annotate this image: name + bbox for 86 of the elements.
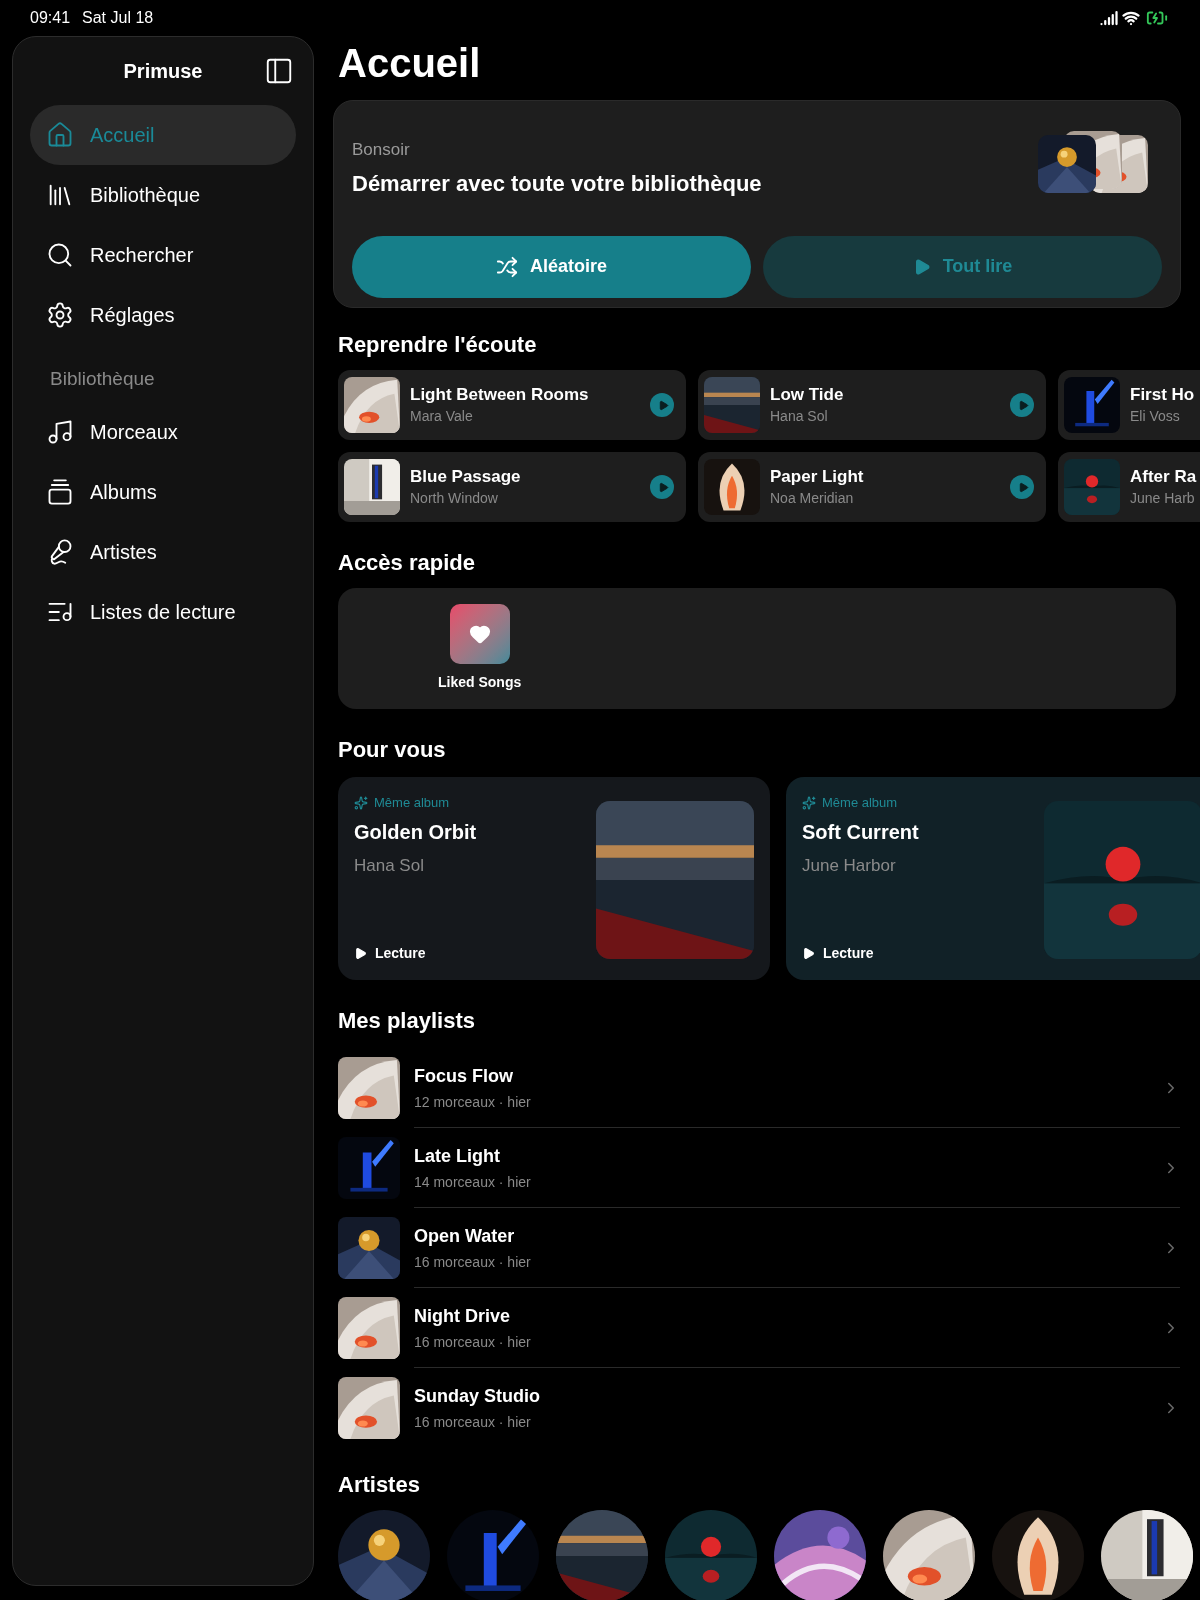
status-time: 09:41 (30, 8, 71, 28)
play-link[interactable]: Lecture (354, 943, 588, 964)
playlist-meta: 12 morceaux · hier (414, 1092, 532, 1112)
play-button[interactable] (1010, 393, 1034, 417)
card-tag: Même album (374, 793, 450, 813)
play-button[interactable] (650, 393, 674, 417)
shuffle-icon (496, 255, 518, 278)
sidebar-item[interactable]: Albums (30, 461, 296, 522)
greeting: Bonsoir (352, 139, 411, 161)
hero-headline: Démarrer avec toute votre bibliothèque (352, 169, 763, 198)
track-card[interactable]: First Ho Eli Voss (1058, 370, 1200, 440)
section-title: Mes playlists (338, 1007, 476, 1035)
sidebar-toggle-icon[interactable] (264, 56, 294, 86)
wifi-icon (1122, 9, 1140, 27)
playlist-row[interactable]: Night Drive 16 morceaux · hier (338, 1288, 1180, 1368)
signal-icon (1100, 9, 1118, 27)
track-artist: Eli Voss (1130, 406, 1181, 426)
track-card[interactable]: Light Between Rooms Mara Vale (338, 370, 686, 440)
play-icon (802, 947, 815, 960)
track-card[interactable]: Low Tide Hana Sol (698, 370, 1046, 440)
track-artist: North Window (410, 488, 499, 508)
sparkle-icon (802, 795, 816, 810)
sidebar-item[interactable]: Artistes (30, 521, 296, 582)
track-card[interactable]: Blue Passage North Window (338, 452, 686, 522)
card-artist: Hana Sol (354, 854, 425, 877)
play-icon (354, 947, 367, 960)
settings-icon (46, 301, 74, 329)
play-icon (657, 481, 669, 493)
section-title: Artistes (338, 1471, 421, 1499)
track-title: Paper Light (770, 465, 865, 488)
playlist-row[interactable]: Sunday Studio 16 morceaux · hier (338, 1368, 1180, 1448)
track-title: First Ho (1130, 383, 1194, 406)
play-icon (1017, 481, 1029, 493)
section-header: Bibliothèque (49, 367, 156, 391)
track-title: Light Between Rooms (410, 383, 590, 406)
sidebar-item[interactable]: Morceaux (30, 401, 296, 462)
play-icon (1017, 399, 1029, 411)
track-artist: Hana Sol (770, 406, 829, 426)
playlist-title: Late Light (414, 1144, 501, 1168)
card-title: Golden Orbit (354, 819, 478, 845)
section-title: Pour vous (338, 736, 447, 764)
search-icon (46, 241, 74, 269)
play-icon (657, 399, 669, 411)
section-title: Reprendre l'écoute (338, 331, 538, 359)
track-artist: June Harb (1130, 488, 1194, 508)
playlist-title: Open Water (414, 1224, 516, 1248)
playlist-title: Focus Flow (414, 1064, 514, 1088)
sidebar-item[interactable]: Réglages (30, 285, 296, 345)
recommendation-card[interactable]: Même album Golden Orbit Hana Sol Lecture (338, 777, 770, 980)
card-title: Soft Current (802, 819, 920, 845)
track-title: Low Tide (770, 383, 845, 406)
track-title: Blue Passage (410, 465, 522, 488)
sparkle-icon (354, 795, 368, 810)
playlist-meta: 16 morceaux · hier (414, 1252, 532, 1272)
playlist-title: Sunday Studio (414, 1385, 541, 1408)
sidebar-item[interactable]: Rechercher (30, 225, 296, 285)
track-card[interactable]: Paper Light Noa Meridian (698, 452, 1046, 522)
sidebar-item[interactable]: Bibliothèque (30, 165, 296, 225)
playlist-meta: 16 morceaux · hier (414, 1413, 532, 1432)
card-artist: June Harbor (802, 854, 897, 877)
home-icon (46, 121, 74, 149)
shuffle-button[interactable]: Aléatoire (352, 235, 751, 298)
track-artist: Mara Vale (410, 406, 474, 426)
status-date: Sat Jul 18 (82, 8, 154, 28)
liked-songs-tile[interactable] (449, 604, 510, 664)
tile-label: Liked Songs (438, 673, 522, 692)
playlist-row[interactable]: Focus Flow 12 morceaux · hier (338, 1048, 1180, 1128)
playlist-title: Night Drive (414, 1304, 511, 1328)
card-tag: Même album (822, 793, 898, 813)
playlist-row[interactable]: Open Water 16 morceaux · hier (338, 1208, 1180, 1288)
section-title: Accès rapide (338, 549, 476, 577)
playlist-meta: 14 morceaux · hier (414, 1172, 532, 1192)
track-card[interactable]: After Ra June Harb (1058, 452, 1200, 522)
play-button[interactable] (1010, 475, 1034, 499)
heart-icon (468, 623, 491, 645)
track-artist: Noa Meridian (770, 488, 855, 508)
sidebar-item[interactable]: Accueil (30, 105, 296, 165)
sidebar-item[interactable]: Listes de lecture (30, 581, 296, 642)
playlist-row[interactable]: Late Light 14 morceaux · hier (338, 1128, 1180, 1208)
app-title: Primuse (123, 59, 203, 84)
album-stack-icon (46, 477, 74, 506)
play-button[interactable] (650, 475, 674, 499)
recommendation-card[interactable]: Même album Soft Current June Harbor Lecture (786, 777, 1200, 980)
play-link[interactable]: Lecture (802, 943, 1036, 964)
playlist-meta: 16 morceaux · hier (414, 1332, 532, 1352)
page-title: Accueil (338, 40, 482, 87)
